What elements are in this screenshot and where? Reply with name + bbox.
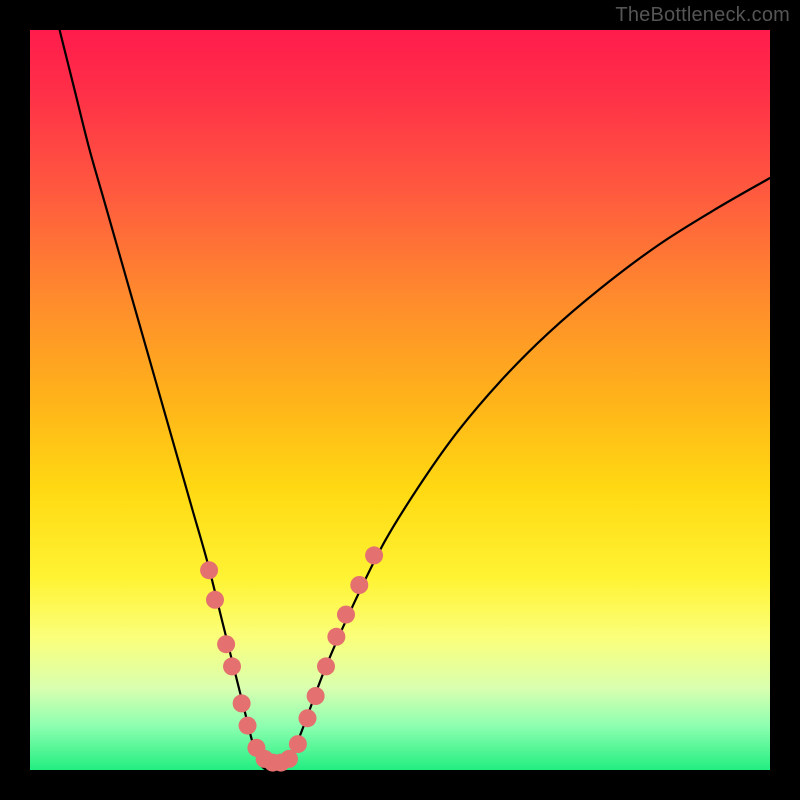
- marker-dot: [307, 687, 325, 705]
- marker-dot: [233, 694, 251, 712]
- marker-dot: [223, 657, 241, 675]
- marker-dot: [350, 576, 368, 594]
- watermark-text: TheBottleneck.com: [615, 4, 790, 27]
- marker-dot: [299, 709, 317, 727]
- marker-dot: [365, 546, 383, 564]
- marker-dot: [206, 591, 224, 609]
- marker-dot: [327, 628, 345, 646]
- plot-area: [30, 30, 770, 770]
- marker-dot: [239, 717, 257, 735]
- chart-frame: TheBottleneck.com: [0, 0, 800, 800]
- marker-dot: [217, 635, 235, 653]
- marker-dot: [337, 606, 355, 624]
- marker-dot: [317, 657, 335, 675]
- marker-dot: [200, 561, 218, 579]
- chart-svg: [30, 30, 770, 770]
- bottleneck-curve: [60, 30, 770, 771]
- marker-dot: [289, 735, 307, 753]
- dot-cluster: [200, 546, 383, 771]
